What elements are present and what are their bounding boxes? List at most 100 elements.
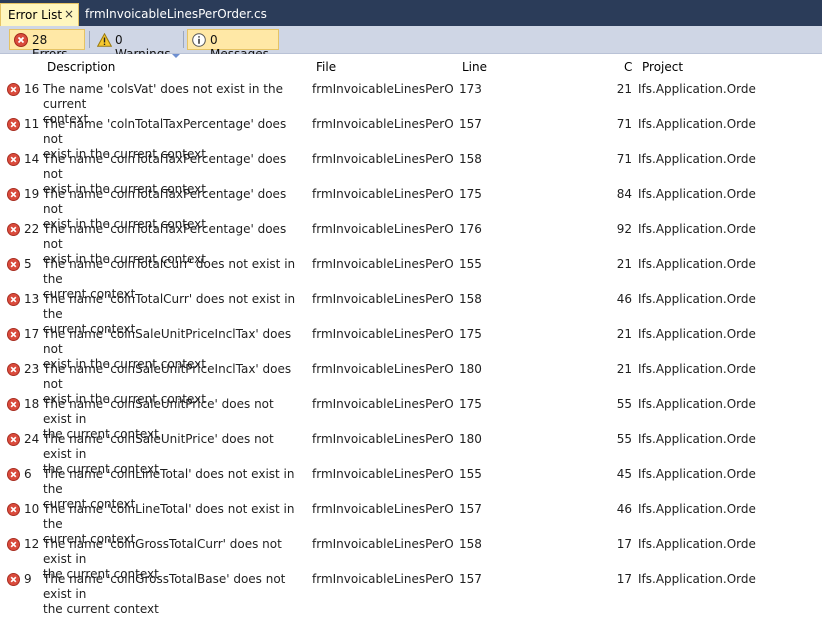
error-column: 84 [616,187,632,201]
sort-arrow-icon [172,54,180,58]
error-number: 18 [24,397,40,411]
column-header-line[interactable]: Line [462,60,487,74]
error-line: 155 [459,467,482,481]
table-row[interactable]: 6 The name 'colnLineTotal' does not exist… [0,463,822,511]
error-file: frmInvoicableLinesPerOrde [312,362,454,376]
error-project: Ifs.Application.Order_ [638,537,756,551]
error-icon [7,433,20,446]
error-description-line1: The name 'colnTotalTaxPercentage' does n… [43,152,287,181]
error-number: 11 [24,117,40,131]
error-column: 55 [616,432,632,446]
error-number: 23 [24,362,40,376]
table-row[interactable]: 10 The name 'colnLineTotal' does not exis… [0,498,822,546]
table-row[interactable]: 9 The name 'colnGrossTotalBase' does not … [0,568,822,616]
column-header-column[interactable]: C [624,60,632,74]
error-icon [7,83,20,96]
error-icon [7,503,20,516]
error-line: 173 [459,82,482,96]
error-icon [7,153,20,166]
error-column: 21 [616,257,632,271]
table-row[interactable]: 14 The name 'colnTotalTaxPercentage' does… [0,148,822,196]
error-line: 158 [459,292,482,306]
error-description-line1: The name 'colnTotalCurr' does not exist … [43,257,296,286]
error-project: Ifs.Application.Order_ [638,327,756,341]
error-column: 46 [616,502,632,516]
error-number: 12 [24,537,40,551]
column-header-row: Description File Line C Project [0,54,822,78]
error-line: 175 [459,187,482,201]
error-file: frmInvoicableLinesPerOrde [312,82,454,96]
messages-filter-button[interactable]: 0 Messages [187,29,279,61]
error-description-line1: The name 'colnLineTotal' does not exist … [43,502,295,531]
error-description-line1: The name 'colnTotalTaxPercentage' does n… [43,222,287,251]
warning-icon [97,33,112,47]
table-row[interactable]: 11 The name 'colnTotalTaxPercentage' does… [0,113,822,161]
error-project: Ifs.Application.Order_ [638,117,756,131]
error-line: 158 [459,152,482,166]
error-project: Ifs.Application.Order_ [638,187,756,201]
error-column: 92 [616,222,632,236]
tab-error-list[interactable]: Error List × [0,3,79,26]
close-icon[interactable]: × [64,7,74,21]
error-description-line1: The name 'colnSaleUnitPrice' does not ex… [43,397,274,426]
error-number: 6 [24,467,32,481]
error-column: 46 [616,292,632,306]
error-column: 71 [616,152,632,166]
error-description-line1: The name 'colnGrossTotalCurr' does not e… [43,537,282,566]
errors-filter-button[interactable]: 28 Errors [9,29,85,61]
toolbar-separator [183,31,184,48]
error-column: 17 [616,572,632,586]
error-description: The name 'colnGrossTotalBase' does not e… [43,572,305,617]
error-file: frmInvoicableLinesPerOrde [312,432,454,446]
error-description-line1: The name 'colnGrossTotalBase' does not e… [43,572,286,601]
error-column: 21 [616,327,632,341]
error-number: 13 [24,292,40,306]
warnings-filter-button[interactable]: 0 Warnings [92,29,180,61]
table-row[interactable]: 18 The name 'colnSaleUnitPrice' does not … [0,393,822,441]
error-number: 24 [24,432,40,446]
error-icon [7,118,20,131]
error-column: 21 [616,362,632,376]
error-project: Ifs.Application.Order_ [638,467,756,481]
table-row[interactable]: 5 The name 'colnTotalCurr' does not exist… [0,253,822,301]
error-file: frmInvoicableLinesPerOrde [312,537,454,551]
table-row[interactable]: 22 The name 'colnTotalTaxPercentage' does… [0,218,822,266]
error-file: frmInvoicableLinesPerOrde [312,187,454,201]
error-number: 14 [24,152,40,166]
error-icon [7,293,20,306]
error-number: 16 [24,82,40,96]
error-file: frmInvoicableLinesPerOrde [312,152,454,166]
error-icon [7,328,20,341]
table-row[interactable]: 19 The name 'colnTotalTaxPercentage' does… [0,183,822,231]
error-line: 176 [459,222,482,236]
error-number: 5 [24,257,32,271]
error-number: 17 [24,327,40,341]
error-icon [7,398,20,411]
error-column: 55 [616,397,632,411]
error-list: 16 The name 'colsVat' does not exist in t… [0,78,822,616]
column-header-project[interactable]: Project [642,60,683,74]
column-header-description[interactable]: Description [47,60,115,74]
table-row[interactable]: 13 The name 'colnTotalCurr' does not exis… [0,288,822,336]
tab-source-file[interactable]: frmInvoicableLinesPerOrder.cs [85,7,267,21]
error-file: frmInvoicableLinesPerOrde [312,572,454,586]
table-row[interactable]: 16 The name 'colsVat' does not exist in t… [0,78,822,126]
error-description-line1: The name 'colnTotalTaxPercentage' does n… [43,187,287,216]
error-file: frmInvoicableLinesPerOrde [312,397,454,411]
error-project: Ifs.Application.Order_ [638,362,756,376]
column-header-file[interactable]: File [316,60,336,74]
error-column: 21 [616,82,632,96]
table-row[interactable]: 24 The name 'colnSaleUnitPrice' does not … [0,428,822,476]
table-row[interactable]: 17 The name 'colnSaleUnitPriceInclTax' do… [0,323,822,371]
error-line: 157 [459,502,482,516]
error-line: 175 [459,397,482,411]
error-file: frmInvoicableLinesPerOrde [312,467,454,481]
error-line: 157 [459,117,482,131]
table-row[interactable]: 12 The name 'colnGrossTotalCurr' does not… [0,533,822,581]
error-description-line1: The name 'colnTotalTaxPercentage' does n… [43,117,287,146]
table-row[interactable]: 23 The name 'colnSaleUnitPriceInclTax' do… [0,358,822,406]
error-file: frmInvoicableLinesPerOrde [312,292,454,306]
error-line: 175 [459,327,482,341]
error-line: 180 [459,362,482,376]
error-icon [7,363,20,376]
